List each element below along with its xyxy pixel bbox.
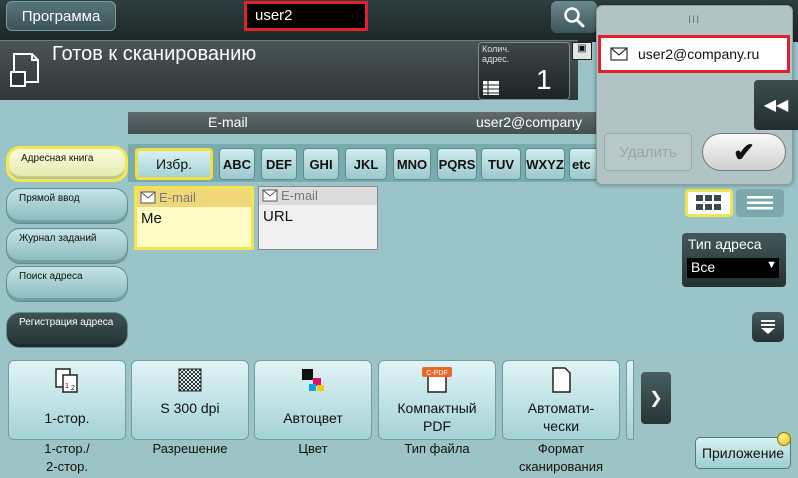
resolution-icon <box>178 368 202 392</box>
status-title: Готов к сканированию <box>52 43 257 65</box>
chevron-right-icon: ❯ <box>649 390 663 407</box>
sidebar-item-label: Поиск адреса <box>19 271 83 282</box>
selected-destination-email: user2@company.ru <box>638 46 760 62</box>
index-tab-abc[interactable]: ABC <box>219 148 255 180</box>
compact-pdf-icon: C-PDF <box>422 367 452 393</box>
index-tab-wxyz[interactable]: WXYZ <box>525 148 565 180</box>
settings-next-button[interactable]: ❯ <box>641 372 671 424</box>
address-tab-header: E-mail user2@company <box>128 112 596 134</box>
index-tab-etc[interactable]: etc <box>569 148 599 180</box>
setting-label: Разрешение <box>152 441 228 456</box>
index-tab-jkl[interactable]: JKL <box>345 148 387 180</box>
index-tab-pqrs[interactable]: PQRS <box>437 148 477 180</box>
list-view-icon <box>747 196 773 210</box>
entry-name: URL <box>263 208 294 225</box>
address-entry-me[interactable]: E-mail Me <box>134 186 254 250</box>
tab-header-type: E-mail <box>208 114 248 130</box>
sidebar-item-label: Регистрация адреса <box>19 317 114 328</box>
setting-value: Автоцвет <box>283 410 343 426</box>
entry-header: E-mail <box>259 187 377 205</box>
entry-type: E-mail <box>159 190 196 205</box>
address-type-select[interactable]: Все ▼ <box>687 258 779 278</box>
simplex-icon: 1 2 <box>55 368 78 393</box>
grid-view-icon <box>696 195 721 210</box>
email-icon <box>140 191 156 204</box>
panel-grip[interactable]: III <box>688 14 700 26</box>
sidebar-item-address-search[interactable]: Поиск адреса <box>6 266 128 302</box>
auto-color-icon <box>302 369 324 391</box>
sidebar-item-label: Прямой ввод <box>19 193 80 204</box>
setting-next-partial <box>626 360 634 440</box>
selected-destination-item[interactable]: user2@company.ru <box>598 35 790 73</box>
sidebar-item-direct-input[interactable]: Прямой ввод <box>6 188 128 224</box>
index-tab-ghi[interactable]: GHI <box>303 148 339 180</box>
notification-dot-icon <box>777 432 791 446</box>
pdf-badge-text: C-PDF <box>426 370 447 377</box>
sidebar-item-address-book[interactable]: Адресная книга <box>6 146 128 182</box>
sidebar-item-job-history[interactable]: Журнал заданий <box>6 228 128 264</box>
program-button[interactable]: Программа <box>6 1 116 31</box>
favorites-tab[interactable]: Избр. <box>135 148 213 180</box>
search-icon <box>564 7 585 28</box>
address-list-icon <box>483 81 499 95</box>
index-tab-tuv[interactable]: TUV <box>481 148 521 180</box>
chevron-down-icon: ▼ <box>766 259 777 271</box>
scroll-down-button[interactable] <box>752 312 784 342</box>
delete-button[interactable]: Удалить <box>604 133 692 171</box>
setting-value: 1-стор. <box>44 410 90 426</box>
collapse-panel-button[interactable]: ◀◀ <box>754 80 798 130</box>
email-icon <box>610 47 628 61</box>
scroll-down-icon <box>761 320 775 334</box>
auto-size-icon <box>552 367 571 393</box>
setting-file-type[interactable]: C-PDF Компактный PDF <box>378 360 496 440</box>
setting-value: S 300 dpi <box>160 400 220 416</box>
setting-value: Автомати- чески <box>527 400 595 434</box>
setting-label: Цвет <box>298 441 328 456</box>
setting-label: Формат сканирования <box>518 441 604 474</box>
svg-text:2: 2 <box>71 385 75 392</box>
confirm-button[interactable]: ✔ <box>702 133 786 171</box>
user-name-field[interactable]: user2 <box>244 1 368 31</box>
list-view-button[interactable] <box>736 189 784 217</box>
tab-header-destination: user2@company <box>476 114 583 130</box>
destination-count-label: Колич. адрес. <box>482 44 510 64</box>
entry-name: Me <box>141 210 162 227</box>
scan-document-icon <box>10 53 39 87</box>
address-type-filter[interactable]: Тип адреса Все ▼ <box>682 233 786 287</box>
sidebar-item-label: Адресная книга <box>21 153 94 164</box>
memory-icon: ▣ <box>572 42 592 60</box>
setting-resolution[interactable]: S 300 dpi <box>131 360 249 440</box>
address-type-label: Тип адреса <box>688 236 762 252</box>
entry-header: E-mail <box>137 189 251 207</box>
index-tab-mno[interactable]: MNO <box>393 148 431 180</box>
index-tab-def[interactable]: DEF <box>261 148 297 180</box>
destination-count-value: 1 <box>536 64 552 95</box>
search-button[interactable] <box>551 1 597 33</box>
double-chevron-left-icon: ◀◀ <box>763 97 789 114</box>
address-entry-url[interactable]: E-mail URL <box>258 186 378 250</box>
setting-scan-size[interactable]: Автомати- чески <box>502 360 620 440</box>
setting-label: 1-стор./ 2-стор. <box>44 441 90 474</box>
setting-simplex-duplex[interactable]: 1 2 1-стор. <box>8 360 126 440</box>
setting-value: Компактный PDF <box>397 400 477 434</box>
email-icon <box>262 189 278 202</box>
sidebar-item-address-registration[interactable]: Регистрация адреса <box>6 312 128 348</box>
svg-text:1: 1 <box>65 383 69 390</box>
grid-view-button[interactable] <box>685 189 733 217</box>
entry-type: E-mail <box>281 188 318 203</box>
setting-label: Тип файла <box>404 441 470 456</box>
setting-color[interactable]: Автоцвет <box>254 360 372 440</box>
address-type-value: Все <box>691 259 716 275</box>
sidebar-item-label: Журнал заданий <box>19 233 97 244</box>
